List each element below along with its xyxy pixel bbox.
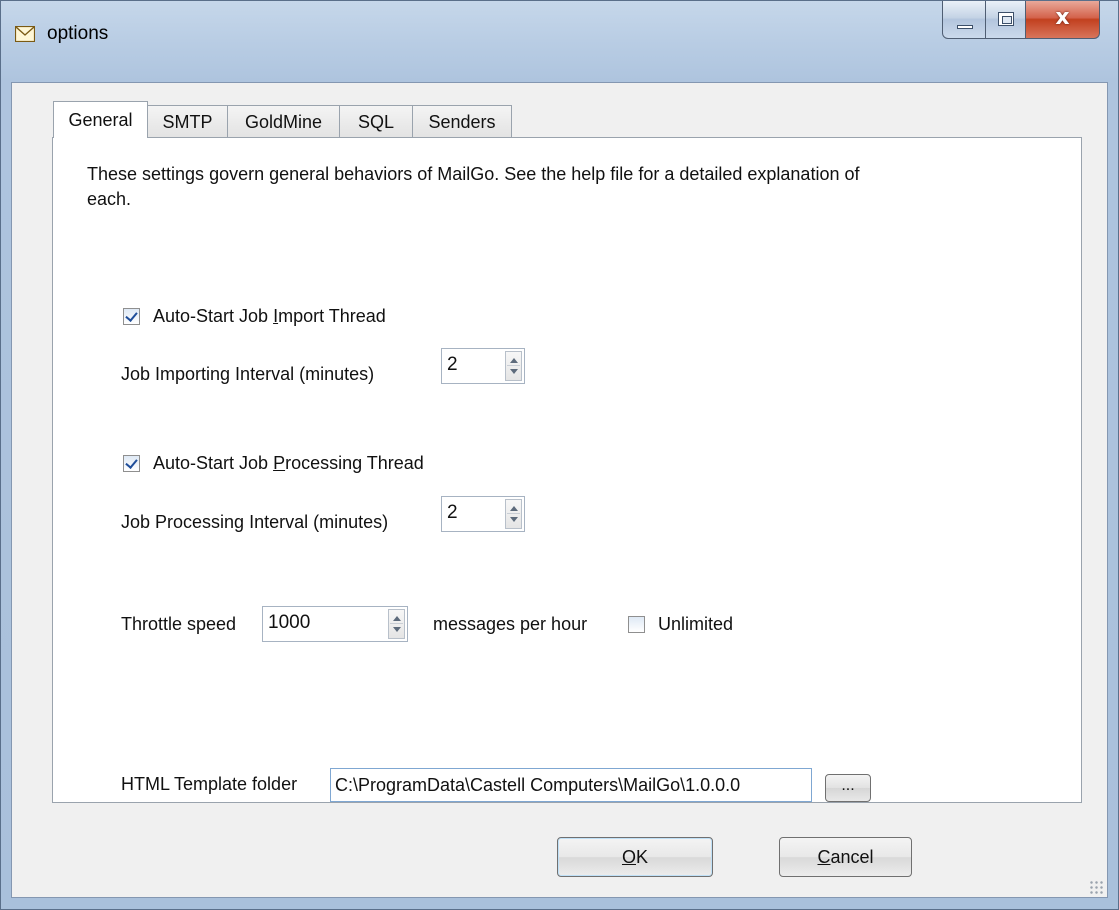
throttle-speed-spin-arrows[interactable]	[388, 609, 405, 639]
throttle-speed-value[interactable]: 1000	[268, 612, 310, 634]
processing-interval-value[interactable]: 2	[447, 502, 458, 524]
throttle-speed-label: Throttle speed	[121, 614, 237, 634]
tab-strip: General SMTP GoldMine SQL Senders	[53, 101, 512, 138]
messages-per-hour-label: messages per hour	[433, 614, 588, 634]
close-icon: x	[1055, 5, 1070, 30]
minimize-icon	[957, 25, 973, 29]
tab-senders[interactable]: Senders	[412, 105, 512, 137]
description-text: These settings govern general behaviors …	[87, 164, 860, 209]
import-interval-stepper[interactable]: 2	[441, 348, 525, 384]
tab-general[interactable]: General	[53, 101, 148, 138]
browse-folder-button[interactable]: ...	[825, 774, 871, 802]
auto-start-processing-checkbox-row[interactable]: Auto-Start Job Processing Thread	[123, 453, 424, 474]
envelope-icon	[15, 26, 35, 42]
options-window: options x General SMTP GoldMine SQL Send…	[0, 0, 1119, 910]
general-tab-panel: These settings govern general behaviors …	[52, 137, 1082, 803]
maximize-button[interactable]	[986, 1, 1026, 39]
dialog-client-area: General SMTP GoldMine SQL Senders These …	[11, 82, 1108, 898]
auto-start-processing-checkbox[interactable]	[123, 455, 140, 472]
tab-sql[interactable]: SQL	[339, 105, 413, 137]
title-bar[interactable]: options x	[1, 1, 1118, 79]
processing-interval-stepper[interactable]: 2	[441, 496, 525, 532]
resize-grip[interactable]	[1089, 880, 1103, 894]
import-interval-spin-arrows[interactable]	[505, 351, 522, 381]
cancel-button[interactable]: Cancel	[779, 837, 912, 877]
template-folder-value[interactable]: C:\ProgramData\Castell Computers\MailGo\…	[335, 775, 740, 796]
processing-interval-label: Job Processing Interval (minutes)	[121, 512, 389, 532]
unlimited-checkbox-row[interactable]: Unlimited	[628, 614, 733, 635]
throttle-speed-stepper[interactable]: 1000	[262, 606, 408, 642]
auto-start-import-checkbox-row[interactable]: Auto-Start Job Import Thread	[123, 306, 386, 327]
maximize-icon	[998, 12, 1014, 26]
import-interval-value[interactable]: 2	[447, 354, 458, 376]
tab-smtp[interactable]: SMTP	[147, 105, 228, 137]
close-button[interactable]: x	[1026, 1, 1100, 39]
template-folder-input[interactable]: C:\ProgramData\Castell Computers\MailGo\…	[330, 768, 812, 802]
ok-button[interactable]: OK	[557, 837, 713, 877]
auto-start-import-checkbox[interactable]	[123, 308, 140, 325]
template-folder-label: HTML Template folder	[121, 774, 298, 794]
spin-down-icon[interactable]	[510, 369, 518, 374]
spin-up-icon[interactable]	[393, 616, 401, 621]
spin-up-icon[interactable]	[510, 358, 518, 363]
unlimited-checkbox[interactable]	[628, 616, 645, 633]
window-title: options	[47, 23, 109, 44]
spin-up-icon[interactable]	[510, 506, 518, 511]
spin-down-icon[interactable]	[393, 627, 401, 632]
spin-down-icon[interactable]	[510, 517, 518, 522]
processing-interval-spin-arrows[interactable]	[505, 499, 522, 529]
auto-start-processing-label[interactable]: Auto-Start Job Processing Thread	[153, 453, 424, 474]
auto-start-import-label[interactable]: Auto-Start Job Import Thread	[153, 306, 386, 327]
minimize-button[interactable]	[942, 1, 986, 39]
tab-goldmine[interactable]: GoldMine	[227, 105, 340, 137]
import-interval-label: Job Importing Interval (minutes)	[121, 364, 375, 384]
unlimited-label[interactable]: Unlimited	[658, 614, 733, 635]
